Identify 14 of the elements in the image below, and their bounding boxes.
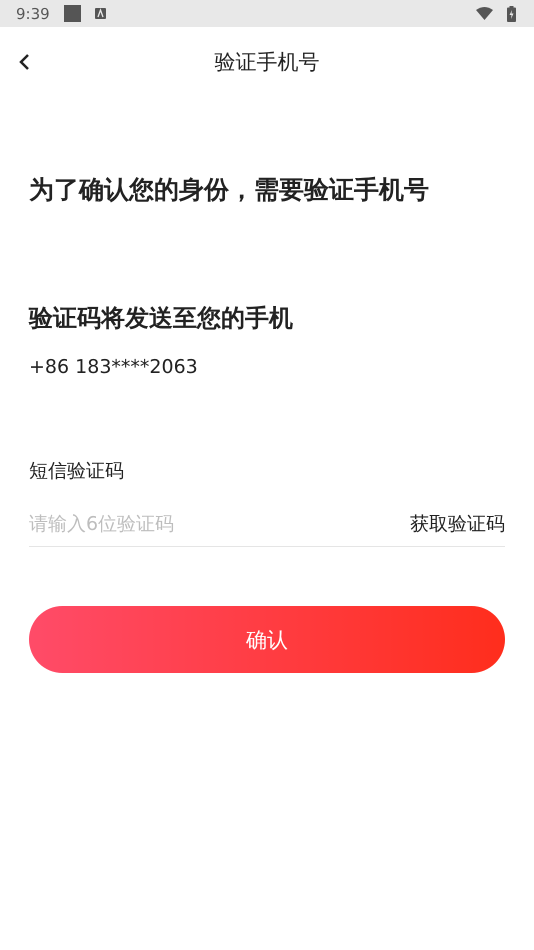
phone-number: +86 183****2063 [29, 356, 199, 378]
get-code-link[interactable]: 获取验证码 [410, 511, 505, 537]
keyboard-notification-icon [94, 8, 106, 19]
page-title: 验证手机号 [214, 49, 320, 76]
status-time: 9:39 [16, 4, 50, 22]
confirm-button[interactable]: 确认 [29, 606, 505, 673]
subheading: 验证码将发送至您的手机 [29, 303, 294, 334]
wifi-icon [476, 7, 493, 20]
back-icon [18, 53, 30, 71]
field-label: 短信验证码 [29, 459, 125, 484]
headline: 为了确认您的身份，需要验证手机号 [29, 174, 430, 206]
notification-icon [64, 5, 81, 22]
battery-icon [507, 6, 516, 22]
code-input-field[interactable]: 请输入6位验证码 [29, 513, 410, 535]
